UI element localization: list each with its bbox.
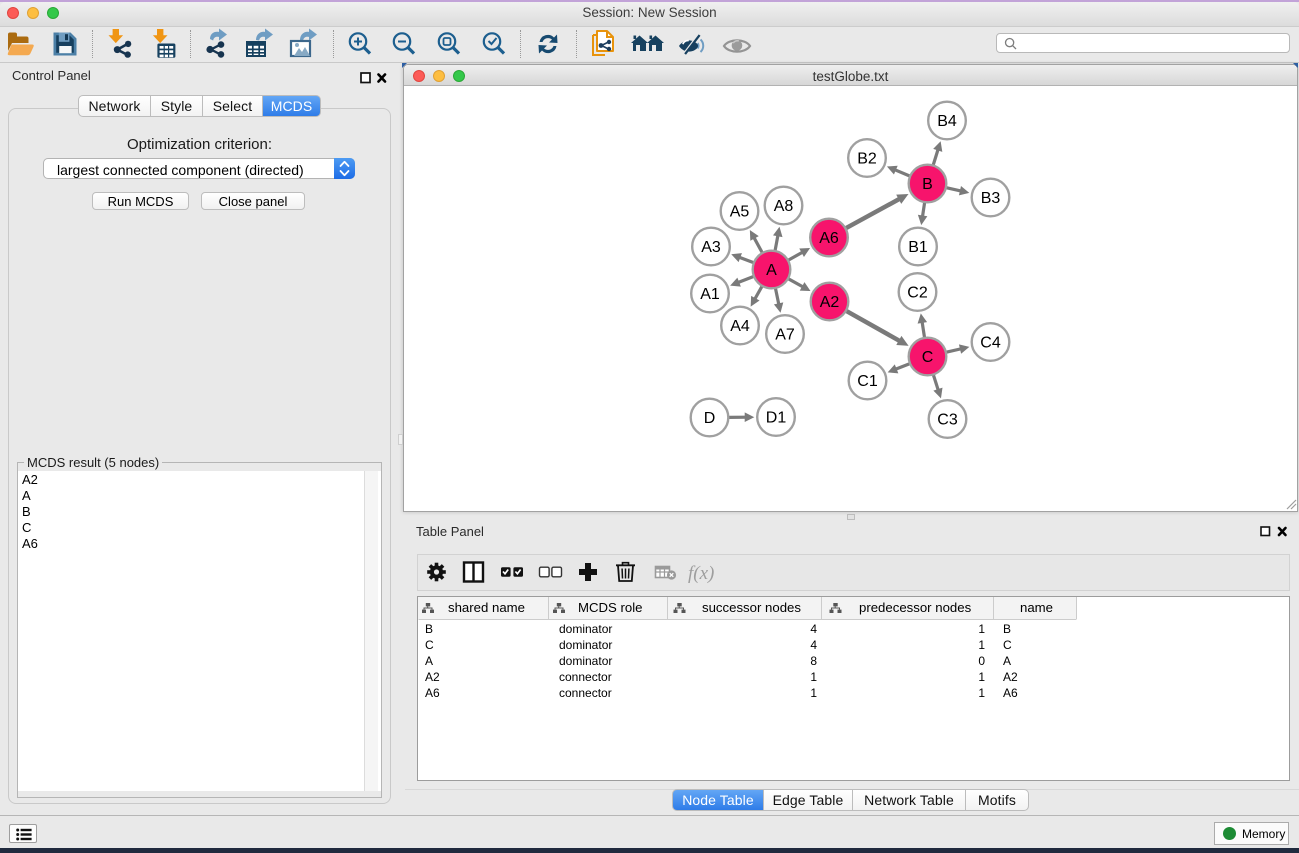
svg-text:dominator: dominator bbox=[559, 638, 612, 652]
svg-text:A8: A8 bbox=[774, 198, 794, 215]
svg-text:B2: B2 bbox=[857, 151, 877, 168]
svg-text:0: 0 bbox=[978, 654, 985, 668]
svg-text:A6: A6 bbox=[819, 230, 839, 247]
svg-text:A: A bbox=[766, 262, 777, 279]
svg-text:D: D bbox=[704, 410, 716, 427]
svg-text:B: B bbox=[922, 176, 933, 193]
svg-text:name: name bbox=[1020, 600, 1053, 615]
svg-text:C: C bbox=[425, 638, 434, 652]
svg-text:1: 1 bbox=[810, 670, 817, 684]
svg-text:C: C bbox=[922, 349, 934, 366]
svg-text:f(x): f(x) bbox=[688, 563, 714, 584]
svg-text:B1: B1 bbox=[908, 239, 928, 256]
svg-text:4: 4 bbox=[810, 638, 817, 652]
svg-text:MCDS role: MCDS role bbox=[578, 600, 642, 615]
svg-text:B3: B3 bbox=[981, 190, 1001, 207]
svg-text:connector: connector bbox=[559, 686, 612, 700]
svg-text:1: 1 bbox=[978, 686, 985, 700]
svg-text:B: B bbox=[1003, 622, 1011, 636]
svg-text:A2: A2 bbox=[1003, 670, 1018, 684]
svg-text:8: 8 bbox=[810, 654, 817, 668]
svg-text:1: 1 bbox=[810, 686, 817, 700]
svg-text:successor nodes: successor nodes bbox=[702, 600, 801, 615]
svg-text:1: 1 bbox=[978, 638, 985, 652]
svg-text:C3: C3 bbox=[937, 412, 958, 429]
svg-text:C: C bbox=[1003, 638, 1012, 652]
svg-text:A6: A6 bbox=[1003, 686, 1018, 700]
svg-text:A4: A4 bbox=[730, 318, 750, 335]
svg-text:C4: C4 bbox=[980, 335, 1001, 352]
svg-text:A5: A5 bbox=[730, 204, 750, 221]
svg-text:1: 1 bbox=[978, 670, 985, 684]
svg-text:A3: A3 bbox=[701, 239, 721, 256]
svg-text:A: A bbox=[425, 654, 433, 668]
svg-text:B: B bbox=[425, 622, 433, 636]
svg-text:C2: C2 bbox=[907, 285, 928, 302]
svg-text:A2: A2 bbox=[820, 294, 840, 311]
svg-text:A1: A1 bbox=[700, 286, 720, 303]
svg-text:dominator: dominator bbox=[559, 654, 612, 668]
svg-text:D1: D1 bbox=[766, 410, 787, 427]
svg-text:A: A bbox=[1003, 654, 1011, 668]
svg-text:predecessor nodes: predecessor nodes bbox=[859, 600, 972, 615]
svg-text:dominator: dominator bbox=[559, 622, 612, 636]
svg-text:A6: A6 bbox=[425, 686, 440, 700]
svg-text:shared name: shared name bbox=[448, 600, 525, 615]
svg-text:A2: A2 bbox=[425, 670, 440, 684]
svg-text:B4: B4 bbox=[937, 113, 957, 130]
svg-text:A7: A7 bbox=[775, 327, 795, 344]
svg-text:4: 4 bbox=[810, 622, 817, 636]
svg-text:C1: C1 bbox=[857, 373, 878, 390]
svg-text:connector: connector bbox=[559, 670, 612, 684]
svg-text:1: 1 bbox=[978, 622, 985, 636]
